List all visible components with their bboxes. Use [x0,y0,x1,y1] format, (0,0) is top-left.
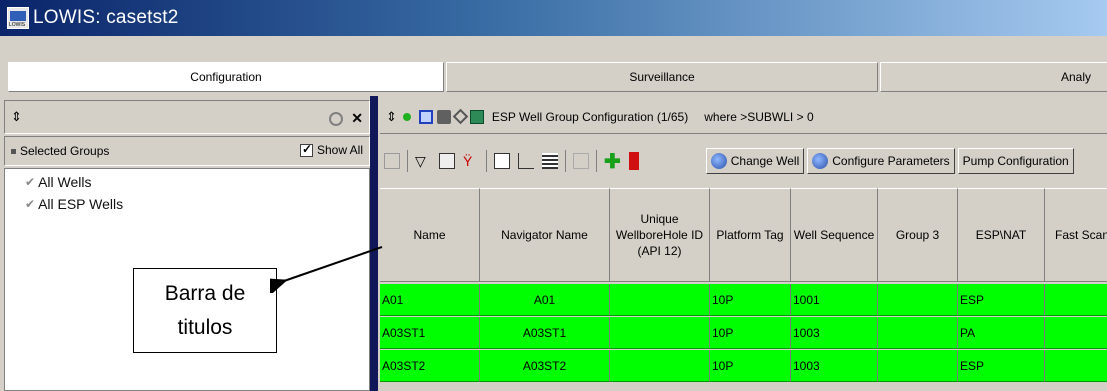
cell-platform-tag: 10P [710,317,791,349]
printer-icon[interactable] [436,109,451,124]
column-header-navigator-name[interactable]: Navigator Name [480,188,610,282]
cell-well-sequence: 1001 [791,284,878,316]
title-bar[interactable]: LOWIS: casetst2 [0,0,1107,36]
add-icon[interactable]: ✚ [604,149,621,174]
table-row[interactable]: A01 A01 10P 1001 ESP [380,284,1107,316]
cell-fast-scan [1045,350,1107,382]
cell-unique-id [610,350,710,382]
annotation-line-2: titulos [177,315,233,339]
table-row[interactable]: A03ST1 A03ST1 10P 1003 PA [380,317,1107,349]
close-icon[interactable]: ✕ [351,110,363,127]
table-header: Name Navigator Name Unique WellboreHole … [380,188,1107,282]
chart-icon[interactable] [518,153,534,169]
grid-title: ESP Well Group Configuration (1/65) [491,109,689,124]
list-item-label: All Wells [38,174,92,190]
column-header-name[interactable]: Name [380,188,480,282]
list-item-label: All ESP Wells [38,196,124,212]
toolbar-separator [486,150,487,172]
grid-title-bar: ⇕ ESP Well Group Configuration (1/65) wh… [380,100,1107,134]
cell-name: A01 [380,284,480,316]
window-title: LOWIS: casetst2 [33,7,179,28]
checklist-icon[interactable] [494,153,510,169]
selected-groups-header: Selected Groups Show All [4,136,370,166]
cell-fast-scan [1045,317,1107,349]
app-window: LOWIS: casetst2 Configuration Surveillan… [0,0,1107,391]
table-icon[interactable] [542,153,558,169]
updown-arrows-icon[interactable]: ⇕ [11,109,22,125]
configuration-panel: ⇕ ESP Well Group Configuration (1/65) wh… [380,100,1107,391]
main-tabs: Configuration Surveillance Analy [0,58,1107,93]
tools-icon[interactable] [384,153,400,169]
pump-configuration-label: Pump Configuration [962,154,1069,168]
globe-icon [710,153,727,169]
tab-configuration[interactable]: Configuration [8,62,444,92]
configure-parameters-button[interactable]: Configure Parameters [807,148,955,174]
show-all-label: Show All [316,143,363,157]
cell-platform-tag: 10P [710,350,791,382]
status-dot-icon [402,112,411,121]
show-all-checkbox[interactable] [299,142,313,157]
grid-toolbar: ▽ Ÿ ✚ Change Well Configure Parameters P… [380,136,1107,240]
cell-name: A03ST2 [380,350,480,382]
cell-well-sequence: 1003 [791,350,878,382]
select-icon[interactable] [418,109,433,124]
export-icon[interactable] [469,109,484,124]
cell-group-3 [878,317,958,349]
cell-platform-tag: 10P [710,284,791,316]
tab-surveillance[interactable]: Surveillance [446,62,878,92]
list-item-all-wells[interactable]: ✔ All Wells [5,171,369,193]
cell-esp-nat: PA [958,317,1045,349]
annotation-line-1: Barra de [164,281,246,305]
cell-esp-nat: ESP [958,284,1045,316]
toolbar-separator [565,150,566,172]
column-header-fast-scan[interactable]: Fast Scan [1045,188,1107,282]
change-well-button[interactable]: Change Well [705,148,805,174]
toolbar-separator [596,150,597,172]
cell-well-sequence: 1003 [791,317,878,349]
cell-group-3 [878,284,958,316]
cell-navigator-name: A03ST2 [480,350,610,382]
column-header-well-sequence[interactable]: Well Sequence [791,188,878,282]
cell-fast-scan [1045,284,1107,316]
list-item-all-esp-wells[interactable]: ✔ All ESP Wells [5,193,369,215]
cell-navigator-name: A03ST1 [480,317,610,349]
column-header-group-3[interactable]: Group 3 [878,188,958,282]
configure-parameters-label: Configure Parameters [832,154,950,168]
notes-icon[interactable] [439,153,455,169]
filter-clear-icon[interactable]: Ÿ [463,153,479,169]
show-all-toggle[interactable]: Show All [299,142,363,157]
cell-group-3 [878,350,958,382]
globe-icon [812,153,829,169]
cell-name: A03ST1 [380,317,480,349]
tab-analysis[interactable]: Analy [880,62,1107,92]
pin-icon[interactable] [329,111,344,126]
delete-icon[interactable] [628,152,639,170]
checkmark-icon: ✔ [25,175,36,189]
cell-unique-id [610,317,710,349]
updown-arrows-icon[interactable]: ⇕ [386,109,397,125]
selected-groups-label: Selected Groups [20,144,110,158]
cell-unique-id [610,284,710,316]
cell-esp-nat: ESP [958,350,1045,382]
pump-configuration-button[interactable]: Pump Configuration [380,148,1107,240]
column-header-platform-tag[interactable]: Platform Tag [710,188,791,282]
bullet-icon [11,148,16,154]
group-panel-toolbar: ⇕ ✕ [4,100,370,134]
diamond-icon[interactable] [452,108,469,125]
annotation-callout: Barra de titulos [133,268,277,353]
cell-navigator-name: A01 [480,284,610,316]
annotation-arrow [270,246,383,293]
grid-filter: where >SUBWLI > 0 [704,109,814,124]
column-header-esp-nat[interactable]: ESP\NAT [958,188,1045,282]
app-icon [7,7,29,29]
change-well-label: Change Well [730,154,800,168]
copy-icon[interactable] [573,153,589,169]
column-header-unique-id[interactable]: Unique WellboreHole ID (API 12) [610,188,710,282]
checkmark-icon: ✔ [25,197,36,211]
toolbar-separator [407,150,408,172]
table-row[interactable]: A03ST2 A03ST2 10P 1003 ESP [380,350,1107,382]
filter-icon[interactable]: ▽ [415,153,431,169]
